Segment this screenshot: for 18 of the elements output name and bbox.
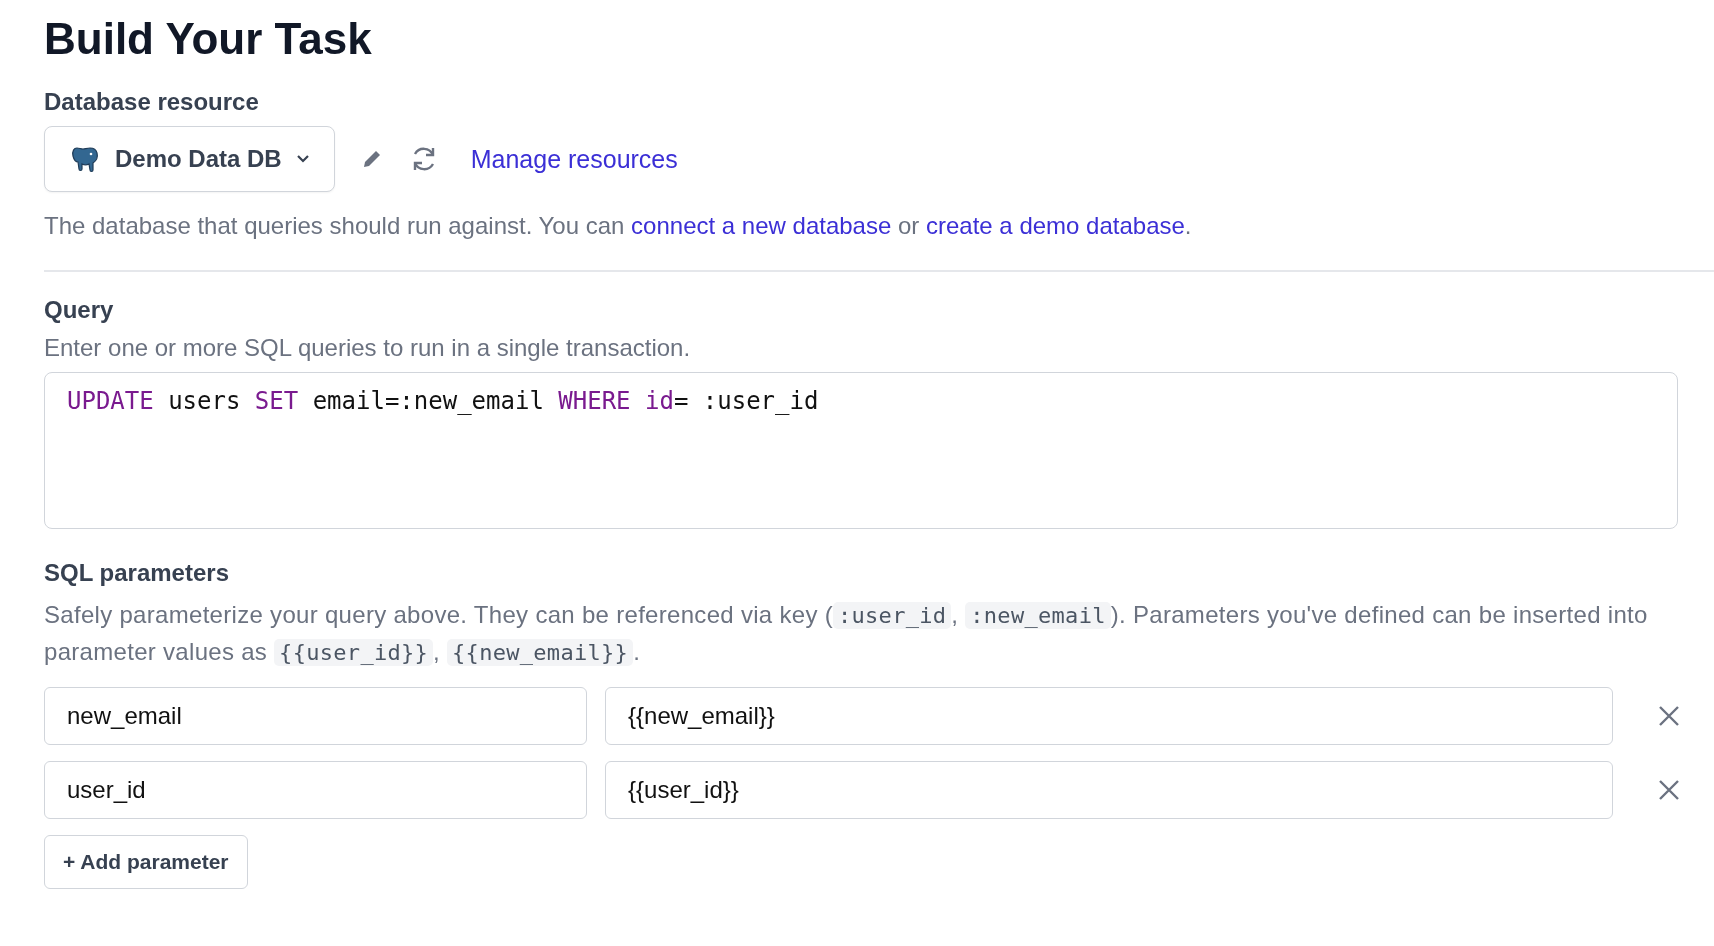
parameter-value-field[interactable]: {{user_id}} bbox=[605, 761, 1613, 819]
sql-editor[interactable]: UPDATE users SET email=:new_email WHERE id= :user_id bbox=[44, 372, 1678, 529]
manage-resources-link[interactable]: Manage resources bbox=[470, 144, 678, 174]
parameter-value-field[interactable]: {{new_email}} bbox=[605, 687, 1613, 745]
section-label: SQL parameters bbox=[44, 559, 230, 587]
query-description: Enter one or more SQL queries to run in a single transaction. bbox=[44, 334, 692, 362]
parameter-name-field[interactable]: user_id bbox=[44, 761, 587, 819]
parameter-name-field[interactable]: new_email bbox=[44, 687, 587, 745]
chevron-down-icon bbox=[295, 154, 310, 164]
add-parameter-button[interactable]: + Add parameter bbox=[44, 835, 248, 889]
page-title: Build Your Task bbox=[44, 14, 373, 64]
link[interactable]: create a demo database bbox=[926, 212, 1185, 239]
section-label: Database resource bbox=[44, 88, 260, 116]
database-dropdown[interactable]: Demo Data DB bbox=[44, 126, 335, 192]
parameters-description: Safely parameterize your query above. They can be referenced via key ( :user_id , :new_email ). Parameters you've defined can be inserted into parameter values as {{user_id}} , {{new_email}} . bbox=[44, 600, 1649, 668]
section-label: Query bbox=[44, 296, 115, 324]
database-description: The database that queries should run against. You can connect a new database or create a demo database. bbox=[44, 211, 1193, 241]
link[interactable]: connect a new database bbox=[631, 212, 892, 239]
